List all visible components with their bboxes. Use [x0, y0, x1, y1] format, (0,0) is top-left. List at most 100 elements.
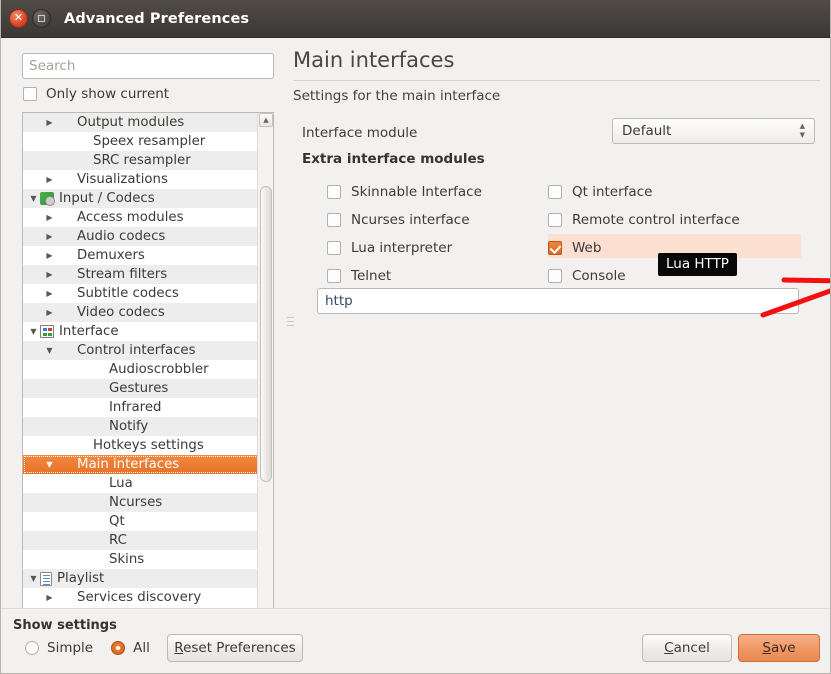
chevron-right-icon[interactable]: ▶ [43, 251, 56, 260]
tree-item-access-modules[interactable]: ▶ Access modules [23, 208, 259, 227]
tree-item-label: Interface [59, 324, 119, 339]
tree-item-video-codecs[interactable]: ▶ Video codecs [23, 303, 259, 322]
tree-item-demuxers[interactable]: ▶ Demuxers [23, 246, 259, 265]
tree-item-stream-filters[interactable]: ▶ Stream filters [23, 265, 259, 284]
checkbox-skinnable-interface-box[interactable] [327, 185, 341, 199]
checkbox-telnet-box[interactable] [327, 269, 341, 283]
reset-preferences-button[interactable]: Reset Preferences [167, 634, 303, 662]
tree-item-lua[interactable]: Lua [23, 474, 259, 493]
tree-item-playlist[interactable]: ▼ Playlist [23, 569, 259, 588]
tree-item-output-modules[interactable]: ▶ Output modules [23, 113, 259, 132]
preferences-tree[interactable]: ▶ Output modules Speex resampler SRC resamp… [22, 112, 274, 636]
checkbox-lua-interpreter-box[interactable] [327, 241, 341, 255]
page-title: Main interfaces [293, 48, 455, 72]
tree-item-gestures[interactable]: Gestures [23, 379, 259, 398]
reset-label-rest: eset Preferences [183, 640, 296, 656]
scrollbar-thumb[interactable] [260, 186, 272, 482]
checkbox-web-box[interactable] [548, 241, 562, 255]
only-show-current-label: Only show current [46, 86, 170, 102]
chevron-down-icon[interactable]: ▼ [27, 327, 40, 336]
main-panel: Main interfaces Settings for the main in… [293, 38, 830, 609]
advanced-preferences-window: ✕ Advanced Preferences Only show current… [0, 0, 831, 674]
tree-item-rc[interactable]: RC [23, 531, 259, 550]
show-settings-label: Show settings [13, 618, 117, 633]
chevron-down-icon[interactable]: ▼ [43, 346, 56, 355]
reset-mnemonic: R [174, 640, 184, 656]
tree-item-main-interfaces[interactable]: ▼ Main interfaces [23, 455, 259, 474]
checkbox-skinnable-interface[interactable]: Skinnable Interface [293, 180, 538, 204]
checkbox-qt-interface-box[interactable] [548, 185, 562, 199]
tree-list: ▶ Output modules Speex resampler SRC resamp… [23, 113, 259, 607]
checkbox-ncurses-interface-label: Ncurses interface [351, 212, 470, 228]
checkbox-telnet[interactable]: Telnet [293, 264, 538, 288]
chevron-right-icon[interactable]: ▶ [43, 118, 56, 127]
checkbox-remote-control-interface[interactable]: Remote control interface [538, 208, 820, 232]
close-icon[interactable]: ✕ [9, 9, 28, 28]
show-settings-radio-group[interactable]: Simple All [25, 640, 160, 656]
tree-item-control-interfaces[interactable]: ▼ Control interfaces [23, 341, 259, 360]
checkbox-console-box[interactable] [548, 269, 562, 283]
cancel-button[interactable]: Cancel [642, 634, 732, 662]
checkbox-qt-interface[interactable]: Qt interface [538, 180, 820, 204]
tree-item-src-resampler[interactable]: SRC resampler [23, 151, 259, 170]
chevron-down-icon[interactable]: ▼ [27, 574, 40, 583]
only-show-current-checkbox[interactable] [23, 87, 37, 101]
interface-module-label: Interface module [302, 125, 418, 141]
chevron-right-icon[interactable]: ▶ [43, 289, 56, 298]
tree-item-subtitle-codecs[interactable]: ▶ Subtitle codecs [23, 284, 259, 303]
checkbox-skinnable-interface-label: Skinnable Interface [351, 184, 482, 200]
radio-all-label: All [133, 640, 150, 656]
chevron-right-icon[interactable]: ▶ [43, 175, 56, 184]
tree-item-skins[interactable]: Skins [23, 550, 259, 569]
tree-item-infrared[interactable]: Infrared [23, 398, 259, 417]
checkbox-row: Lua interpreter Web [293, 234, 820, 262]
checkbox-ncurses-interface[interactable]: Ncurses interface [293, 208, 538, 232]
scroll-up-icon[interactable]: ▲ [259, 113, 273, 127]
modules-text-input[interactable] [317, 288, 799, 314]
tree-item-notify[interactable]: Notify [23, 417, 259, 436]
tree-item-ncurses[interactable]: Ncurses [23, 493, 259, 512]
checkbox-lua-interpreter[interactable]: Lua interpreter [293, 236, 538, 260]
tree-item-label: Qt [109, 514, 125, 529]
chevron-down-icon[interactable]: ▼ [43, 460, 56, 469]
tree-item-interface[interactable]: ▼ Interface [23, 322, 259, 341]
tree-item-audio-codecs[interactable]: ▶ Audio codecs [23, 227, 259, 246]
checkbox-remote-control-interface-label: Remote control interface [572, 212, 740, 228]
tree-item-input-codecs[interactable]: ▼ Input / Codecs [23, 189, 259, 208]
chevron-right-icon[interactable]: ▶ [43, 593, 56, 602]
tree-item-label: Lua [109, 476, 133, 491]
tree-item-visualizations[interactable]: ▶ Visualizations [23, 170, 259, 189]
tree-item-label: Infrared [109, 400, 162, 415]
chevron-right-icon[interactable]: ▶ [43, 270, 56, 279]
tree-item-label: Hotkeys settings [93, 438, 204, 453]
search-input[interactable] [22, 53, 274, 79]
tree-item-label: Speex resampler [93, 134, 206, 149]
checkbox-telnet-label: Telnet [351, 268, 392, 284]
chevron-down-icon[interactable]: ▼ [27, 194, 40, 203]
interface-module-select[interactable]: Default ▲ ▼ [612, 118, 815, 144]
chevron-right-icon[interactable]: ▶ [43, 213, 56, 222]
tree-item-speex-resampler[interactable]: Speex resampler [23, 132, 259, 151]
tooltip: Lua HTTP [658, 253, 737, 276]
tree-item-qt[interactable]: Qt [23, 512, 259, 531]
save-button[interactable]: Save [738, 634, 820, 662]
tree-item-label: Audio codecs [77, 229, 166, 244]
chevron-right-icon[interactable]: ▶ [43, 232, 56, 241]
tree-item-services-discovery[interactable]: ▶ Services discovery [23, 588, 259, 607]
tree-item-label: Control interfaces [77, 343, 196, 358]
radio-simple[interactable] [25, 641, 39, 655]
checkbox-remote-control-interface-box[interactable] [548, 213, 562, 227]
tree-scrollbar[interactable]: ▲ ▼ [257, 113, 273, 635]
radio-all[interactable] [111, 641, 126, 655]
chevron-right-icon[interactable]: ▶ [43, 308, 56, 317]
tree-item-hotkeys-settings[interactable]: Hotkeys settings [23, 436, 259, 455]
maximize-icon[interactable] [32, 9, 51, 28]
checkbox-qt-interface-label: Qt interface [572, 184, 653, 200]
tree-item-audioscrobbler[interactable]: Audioscrobbler [23, 360, 259, 379]
codecs-icon [40, 192, 55, 206]
interface-module-row: Interface module [302, 122, 417, 141]
checkbox-ncurses-interface-box[interactable] [327, 213, 341, 227]
tree-item-label: Output modules [77, 115, 185, 130]
only-show-current-row[interactable]: Only show current [23, 86, 169, 102]
spinner-arrows-icon[interactable]: ▲ ▼ [800, 123, 805, 139]
